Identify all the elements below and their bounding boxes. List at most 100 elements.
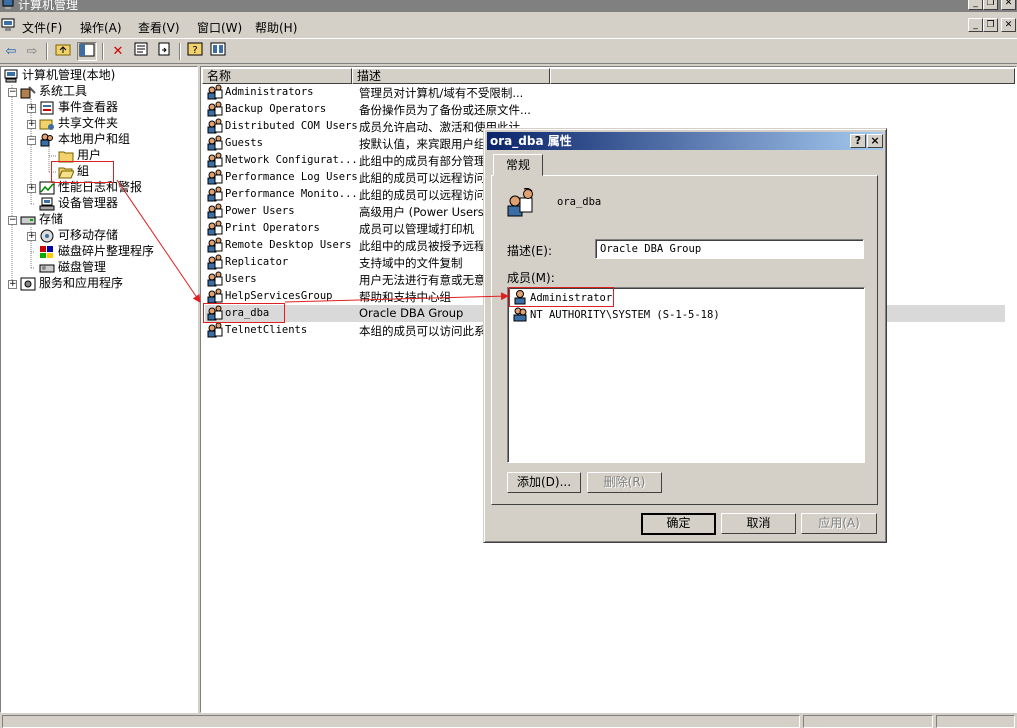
delete-icon[interactable]: ✕ [108,42,128,61]
storage-icon [20,216,36,224]
column-header-name[interactable]: 名称 [202,68,352,84]
group-name-cell: Replicator [225,256,289,268]
back-arrow-icon[interactable]: ⇦ [1,42,21,61]
tree-root[interactable]: 计算机管理(本地) [3,67,115,83]
restore-icon[interactable]: ❐ [983,0,998,10]
forward-arrow-icon[interactable]: ⇨ [22,42,42,61]
tree-item-shared-folders[interactable]: 共享文件夹 [39,115,118,131]
remove-member-button[interactable]: 删除(R) [587,472,662,493]
tree-item-storage[interactable]: 存储 [20,211,63,227]
group-description-cell: 按默认值，来宾跟用户组 [359,137,486,151]
group-description-cell: 此组中的成员被授予远程 [359,239,486,253]
show-hide-tree-icon[interactable] [77,42,97,61]
tree-item-label: 存储 [39,212,64,226]
expand-icon[interactable]: + [27,104,36,113]
mmc-console-icon[interactable] [208,42,228,61]
event-viewer-icon [40,101,54,114]
menu-file[interactable]: 文件(F) [22,19,62,36]
up-folder-icon[interactable] [53,42,73,61]
tree-item-label: 可移动存储 [58,228,119,242]
group-icon [207,288,223,304]
group-description-cell: Oracle DBA Group [359,306,464,320]
group-name-cell: TelnetClients [225,324,308,336]
group-row[interactable]: Backup Operators 备份操作员为了备份或还原文件... [205,101,1005,118]
description-value: Oracle DBA Group [600,243,702,255]
mdi-minimize-icon[interactable]: _ [968,18,983,32]
context-help-icon[interactable]: ? [850,134,866,148]
tree-item-services-apps[interactable]: 服务和应用程序 [20,275,123,291]
group-icon [207,271,223,287]
mdi-close-icon[interactable]: ✕ [1001,18,1016,32]
properties-dialog: ora_dba 属性 ? × 常规 ora_dba 描述(E): Oracle … [483,128,887,543]
group-name-cell: HelpServicesGroup [225,290,333,302]
group-name-cell: Users [225,273,257,285]
tree-item-label: 事件查看器 [58,100,119,114]
group-icon [207,84,223,100]
group-large-icon [507,188,533,217]
tree-item-removable-storage[interactable]: 可移动存储 [39,227,118,243]
menu-action[interactable]: 操作(A) [80,19,122,36]
members-list[interactable]: Administrator NT AUTHORITY\SYSTEM (S-1-5… [507,287,865,463]
tree-item-label: 服务和应用程序 [39,276,124,290]
group-icon [207,203,223,219]
group-row[interactable]: Administrators 管理员对计算机/域有不受限制... [205,84,1005,101]
description-input[interactable]: Oracle DBA Group [595,239,864,259]
services-apps-icon [20,277,36,290]
collapse-icon[interactable]: − [8,216,17,225]
group-name-cell: Guests [225,137,263,149]
tab-panel-general: ora_dba 描述(E): Oracle DBA Group 成员(M): A… [491,175,878,505]
status-cell [803,715,933,728]
collapse-icon[interactable]: − [8,88,17,97]
close-icon[interactable]: ✕ [1001,0,1016,10]
tree-item-disk-management[interactable]: 磁盘管理 [39,259,106,275]
tree-item-local-users-groups[interactable]: 本地用户和组 [39,131,130,147]
dialog-title: ora_dba 属性 [490,134,572,148]
menu-help[interactable]: 帮助(H) [255,19,297,36]
expand-icon[interactable]: + [27,184,36,193]
cancel-button[interactable]: 取消 [721,513,796,534]
group-description-cell: 帮助和支持中心组 [359,290,451,304]
group-description-cell: 管理员对计算机/域有不受限制... [359,86,524,100]
group-description-cell: 此组中的成员有部分管理 [359,154,486,168]
device-manager-icon [39,197,55,210]
tree-item-defrag[interactable]: 磁盘碎片整理程序 [39,243,154,259]
expand-icon[interactable]: + [27,120,36,129]
expand-icon[interactable]: + [8,280,17,289]
mdi-restore-icon[interactable]: ❐ [983,18,998,32]
tab-general[interactable]: 常规 [493,154,543,176]
group-description-cell: 此組的成员可以远程访问 [359,171,486,185]
toolbar-separator [102,43,104,60]
dialog-close-icon[interactable]: × [867,134,883,148]
computer-management-icon [2,0,14,9]
group-description-cell: 成员可以管理域打印机 [359,222,474,236]
collapse-icon[interactable]: − [27,136,36,145]
group-description-cell: 高级用户 (Power Users) [359,205,489,219]
member-item[interactable]: NT AUTHORITY\SYSTEM (S-1-5-18) [512,307,812,323]
shared-folder-icon [39,119,54,130]
tree-item-event-viewer[interactable]: 事件查看器 [39,99,118,115]
add-member-button[interactable]: 添加(D)... [507,472,581,493]
menu-view[interactable]: 查看(V) [138,19,180,36]
tree-item-label: 用户 [77,148,102,162]
minimize-icon[interactable]: _ [968,0,983,10]
tree-item-system-tools[interactable]: 系统工具 [20,83,87,99]
export-list-icon[interactable] [154,42,174,61]
toolbar-separator [46,43,48,60]
help-icon[interactable]: ? [185,42,205,61]
menu-bar: 文件(F) 操作(A) 查看(V) 窗口(W) 帮助(H) _ ❐ ✕ [0,14,1017,38]
tree-item-device-manager[interactable]: 设备管理器 [39,195,118,211]
group-icon [207,135,223,151]
status-cell [936,715,1015,728]
expand-icon[interactable]: + [27,232,36,241]
menu-window[interactable]: 窗口(W) [197,19,242,36]
group-name-cell: Network Configurat... [225,154,358,166]
properties-icon[interactable] [131,42,151,61]
group-description-cell: 本组的成员可以访问此系 [359,324,486,338]
group-name-cell: Performance Log Users [225,171,358,183]
ok-button[interactable]: 确定 [641,513,716,535]
tools-icon [20,85,36,98]
group-description-cell: 支持域中的文件复制 [359,256,463,270]
apply-button[interactable]: 应用(A) [801,513,877,534]
column-header-description[interactable]: 描述 [352,68,550,84]
removable-storage-icon [40,229,54,242]
